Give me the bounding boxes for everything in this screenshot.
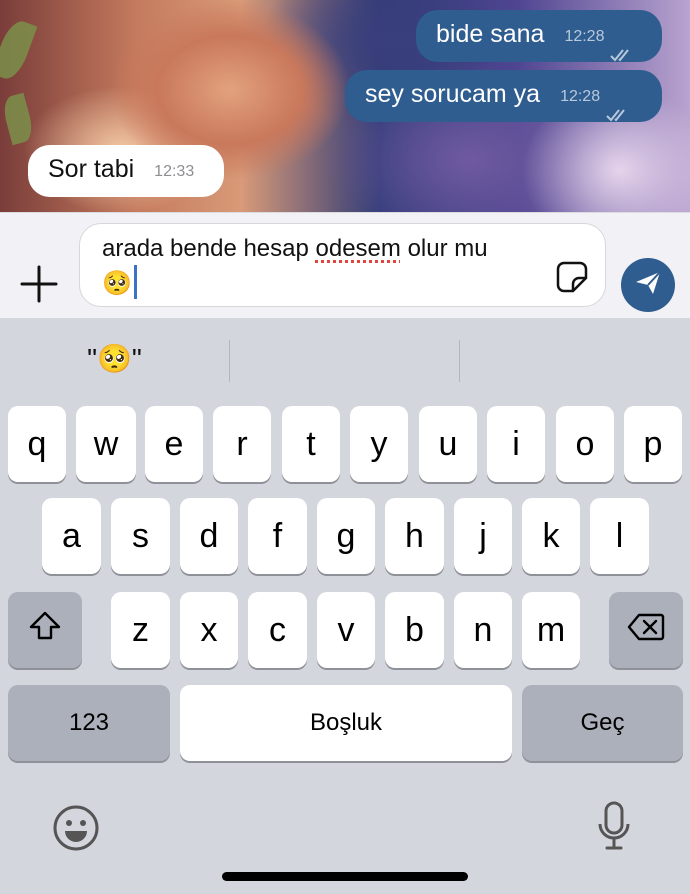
message-bubble-outgoing[interactable]: bide sana 12:28 [416,10,662,62]
backspace-icon [627,611,665,650]
key-c[interactable]: c [248,592,307,668]
message-time: 12:33 [154,163,195,180]
keyboard: "🥺" q w e r t y u i o p a s d f g h j k … [0,318,690,894]
plus-icon[interactable] [16,261,62,307]
key-q[interactable]: q [8,406,66,482]
key-g[interactable]: g [317,498,375,574]
key-n[interactable]: n [454,592,512,668]
misspelled-word[interactable]: odesem [316,235,401,262]
key-z[interactable]: z [111,592,170,668]
key-f[interactable]: f [248,498,307,574]
message-input[interactable]: arada bende hesap odesem olur mu 🥺 [79,223,606,307]
key-p[interactable]: p [624,406,682,482]
message-text: sey sorucam ya [365,80,541,108]
emoji-icon[interactable] [52,804,100,857]
key-u[interactable]: u [419,406,477,482]
shift-key[interactable] [8,592,82,668]
return-key[interactable]: Geç [522,685,683,761]
key-s[interactable]: s [111,498,170,574]
input-text: arada bende hesap [102,235,316,262]
emoji-in-input: 🥺 [102,270,132,297]
compose-bar: arada bende hesap odesem olur mu 🥺 [0,212,690,318]
message-time: 12:28 [564,28,605,45]
home-indicator[interactable] [222,872,468,881]
key-w[interactable]: w [76,406,136,482]
key-i[interactable]: i [487,406,545,482]
suggestion-item[interactable] [230,318,459,398]
background-leaf [0,92,36,146]
text-caret [133,265,137,299]
shift-icon [28,611,62,650]
send-button[interactable] [621,258,675,312]
message-time: 12:28 [560,88,601,105]
key-v[interactable]: v [317,592,375,668]
key-r[interactable]: r [213,406,271,482]
key-j[interactable]: j [454,498,512,574]
read-ticks-icon [606,108,630,122]
read-ticks-icon [610,48,634,62]
message-bubble-outgoing[interactable]: sey sorucam ya 12:28 [345,70,662,122]
sticker-icon[interactable] [555,260,589,294]
key-o[interactable]: o [556,406,614,482]
key-b[interactable]: b [385,592,444,668]
message-bubble-incoming[interactable]: Sor tabi 12:33 [28,145,224,197]
key-a[interactable]: a [42,498,101,574]
key-l[interactable]: l [590,498,649,574]
key-m[interactable]: m [522,592,580,668]
key-y[interactable]: y [350,406,408,482]
key-h[interactable]: h [385,498,444,574]
input-text-end: olur mu [400,235,488,262]
key-t[interactable]: t [282,406,340,482]
key-e[interactable]: e [145,406,203,482]
delete-key[interactable] [609,592,683,668]
suggestion-item[interactable] [460,318,690,398]
message-text: Sor tabi [48,155,135,183]
key-x[interactable]: x [180,592,238,668]
space-key[interactable]: Boşluk [180,685,512,761]
send-arrow-icon [633,268,663,303]
microphone-icon[interactable] [597,800,631,857]
suggestion-bar: "🥺" [0,318,690,398]
background-leaf [0,17,38,83]
key-d[interactable]: d [180,498,238,574]
suggestion-item[interactable]: "🥺" [0,318,229,398]
key-k[interactable]: k [522,498,580,574]
chat-background: bide sana 12:28 sey sorucam ya 12:28 Sor… [0,0,690,212]
message-text: bide sana [436,20,545,48]
numbers-key[interactable]: 123 [8,685,170,761]
